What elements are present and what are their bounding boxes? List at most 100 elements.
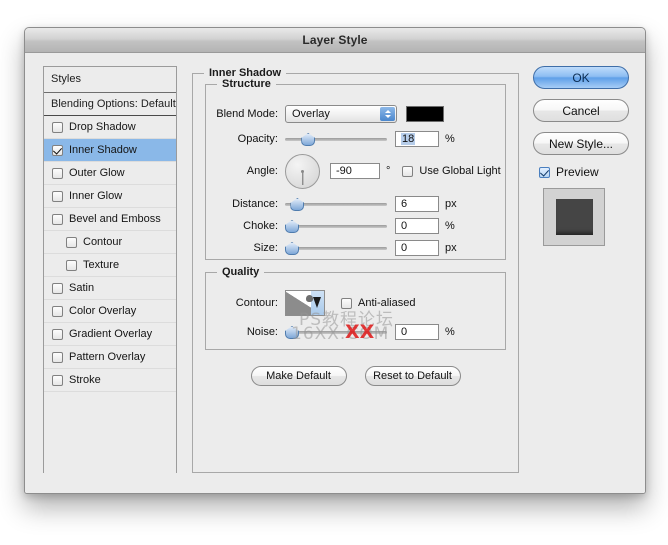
- styles-header: Styles: [44, 67, 176, 93]
- styles-list: Drop Shadow Inner Shadow Outer Glow Inner G…: [44, 116, 176, 392]
- cancel-button[interactable]: Cancel: [533, 99, 629, 122]
- style-row-label: Stroke: [69, 374, 101, 386]
- noise-unit: %: [445, 326, 455, 338]
- use-global-light-label: Use Global Light: [419, 165, 501, 177]
- choke-label: Choke:: [243, 220, 278, 232]
- style-row-label: Bevel and Emboss: [69, 213, 161, 225]
- choke-slider-thumb[interactable]: [285, 220, 299, 233]
- style-row[interactable]: Contour: [44, 231, 176, 254]
- angle-dial-hand: [301, 171, 304, 185]
- choke-slider[interactable]: [285, 219, 387, 233]
- style-row[interactable]: Color Overlay: [44, 300, 176, 323]
- size-input[interactable]: 0: [395, 240, 439, 256]
- quality-fieldset: Quality Contour: Anti-aliased Noise: 0 %: [205, 266, 506, 350]
- dialog-actions: OK Cancel New Style... Preview: [533, 66, 629, 246]
- opacity-value: 18: [401, 133, 416, 145]
- size-slider-track: [285, 247, 387, 250]
- default-buttons-group: Make Default Reset to Default: [205, 366, 506, 386]
- use-global-light-checkbox[interactable]: [402, 165, 414, 177]
- inner-shadow-panel: Inner Shadow Structure Blend Mode: Overl…: [192, 66, 519, 473]
- angle-dial[interactable]: [285, 153, 320, 189]
- preview-toggle-row[interactable]: Preview: [533, 165, 629, 179]
- opacity-slider-track: [285, 138, 387, 141]
- choke-unit: %: [445, 220, 455, 232]
- contour-preset-thumbnail[interactable]: [285, 290, 325, 316]
- shadow-color-swatch[interactable]: [406, 106, 444, 122]
- choke-slider-track: [285, 225, 387, 228]
- style-row-label: Satin: [69, 282, 95, 294]
- choke-row: Choke: 0 %: [206, 217, 455, 235]
- ok-button[interactable]: OK: [533, 66, 629, 89]
- size-label: Size:: [253, 242, 278, 254]
- distance-label: Distance:: [232, 198, 278, 210]
- style-enable-checkbox[interactable]: [52, 190, 63, 202]
- style-enable-checkbox[interactable]: [52, 167, 63, 179]
- distance-slider[interactable]: [285, 197, 387, 211]
- new-style-button[interactable]: New Style...: [533, 132, 629, 155]
- style-enable-checkbox[interactable]: [52, 282, 63, 294]
- preview-checkbox[interactable]: [539, 166, 550, 178]
- opacity-input[interactable]: 18: [395, 131, 439, 147]
- style-row[interactable]: Inner Shadow: [44, 139, 176, 162]
- style-row[interactable]: Texture: [44, 254, 176, 277]
- style-enable-checkbox[interactable]: [52, 121, 63, 133]
- style-row[interactable]: Gradient Overlay: [44, 323, 176, 346]
- reset-to-default-button[interactable]: Reset to Default: [364, 366, 461, 386]
- contour-label: Contour:: [235, 297, 278, 309]
- choke-input[interactable]: 0: [395, 218, 439, 234]
- contour-hand-icon: [306, 295, 313, 302]
- style-row-label: Inner Shadow: [69, 144, 137, 156]
- noise-slider-thumb[interactable]: [285, 326, 299, 339]
- blending-options-row[interactable]: Blending Options: Default: [44, 93, 176, 116]
- style-row-label: Drop Shadow: [69, 121, 136, 133]
- contour-pointer-icon: [313, 297, 321, 308]
- noise-value: 0: [401, 326, 408, 338]
- style-enable-checkbox[interactable]: [52, 144, 63, 156]
- style-enable-checkbox[interactable]: [52, 328, 63, 340]
- angle-value: -90: [336, 165, 352, 177]
- style-row[interactable]: Stroke: [44, 369, 176, 392]
- blend-mode-value: Overlay: [292, 108, 330, 120]
- size-slider-thumb[interactable]: [285, 242, 299, 255]
- styles-list-empty-area: [44, 392, 176, 493]
- style-row[interactable]: Bevel and Emboss: [44, 208, 176, 231]
- make-default-button[interactable]: Make Default: [250, 366, 347, 386]
- style-row[interactable]: Pattern Overlay: [44, 346, 176, 369]
- anti-aliased-checkbox[interactable]: [341, 297, 352, 309]
- choke-value: 0: [401, 220, 408, 232]
- style-enable-checkbox[interactable]: [66, 236, 77, 248]
- opacity-slider[interactable]: [285, 132, 387, 146]
- style-row-label: Gradient Overlay: [69, 328, 153, 340]
- title-bar: Layer Style: [25, 28, 645, 53]
- angle-dial-hub: [301, 169, 304, 173]
- noise-slider[interactable]: [285, 325, 387, 339]
- size-slider[interactable]: [285, 241, 387, 255]
- style-enable-checkbox[interactable]: [52, 351, 63, 363]
- preview-thumbnail: [543, 188, 605, 246]
- style-row-label: Pattern Overlay: [69, 351, 146, 363]
- dialog-body: Styles Blending Options: Default Drop Sh…: [25, 53, 645, 493]
- style-enable-checkbox[interactable]: [52, 374, 63, 386]
- distance-unit: px: [445, 198, 457, 210]
- noise-input[interactable]: 0: [395, 324, 439, 340]
- style-enable-checkbox[interactable]: [66, 259, 77, 271]
- style-enable-checkbox[interactable]: [52, 305, 63, 317]
- blend-mode-select[interactable]: Overlay: [285, 105, 397, 123]
- noise-slider-track: [285, 331, 387, 334]
- style-row[interactable]: Outer Glow: [44, 162, 176, 185]
- blend-mode-row: Blend Mode: Overlay: [206, 105, 444, 123]
- structure-fieldset: Structure Blend Mode: Overlay Opacity: 1…: [205, 78, 506, 260]
- contour-row: Contour: Anti-aliased: [206, 289, 415, 317]
- structure-legend: Structure: [217, 78, 276, 90]
- style-row[interactable]: Drop Shadow: [44, 116, 176, 139]
- chevron-updown-icon[interactable]: [380, 107, 395, 121]
- angle-row: Angle: -90 ° Use Global Light: [206, 153, 501, 189]
- opacity-slider-thumb[interactable]: [301, 133, 316, 146]
- angle-input[interactable]: -90: [330, 163, 380, 179]
- distance-input[interactable]: 6: [395, 196, 439, 212]
- style-enable-checkbox[interactable]: [52, 213, 63, 225]
- style-row[interactable]: Satin: [44, 277, 176, 300]
- distance-slider-thumb[interactable]: [290, 198, 305, 211]
- style-row[interactable]: Inner Glow: [44, 185, 176, 208]
- style-row-label: Color Overlay: [69, 305, 137, 317]
